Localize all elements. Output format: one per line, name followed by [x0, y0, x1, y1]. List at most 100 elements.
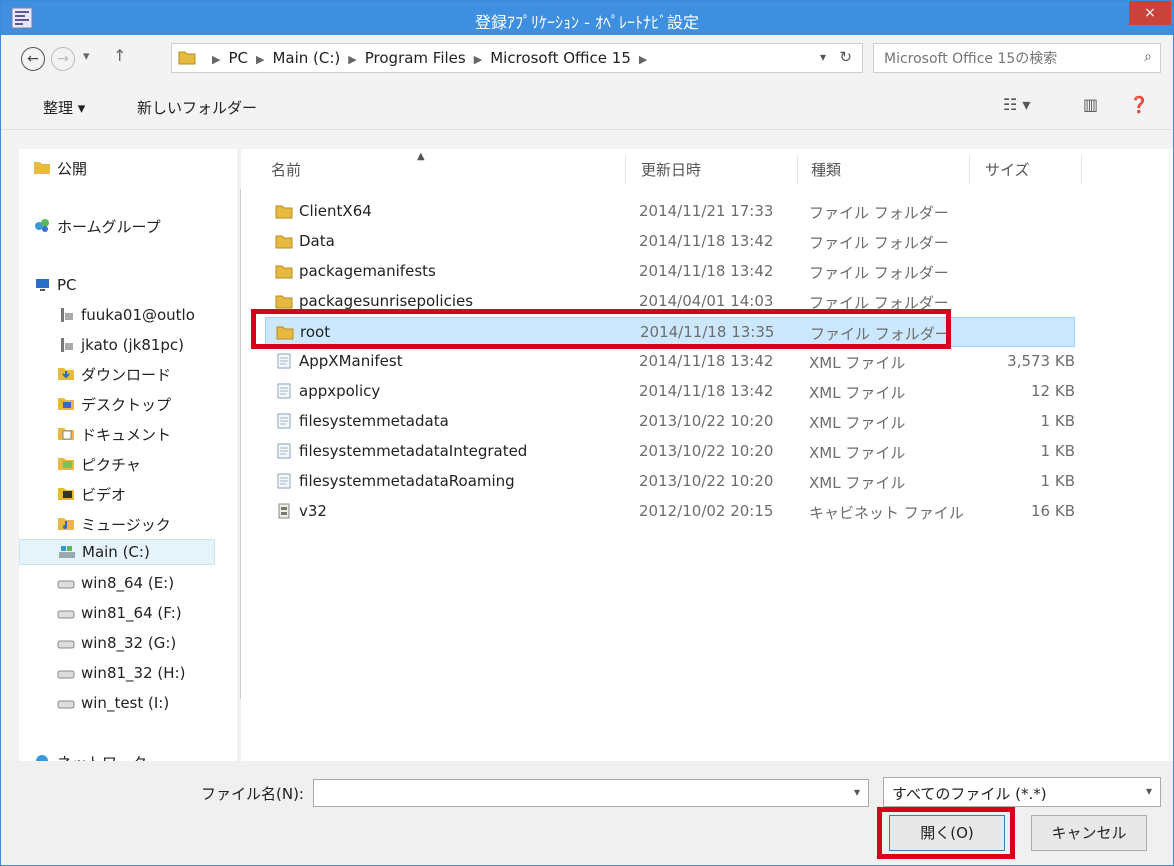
- window-title: 登録ｱﾌﾟﾘｹｰｼｮﾝ - ｵﾍﾟﾚｰﾄﾅﾋﾞ設定: [475, 13, 699, 32]
- file-date: 2014/04/01 14:03: [639, 292, 774, 310]
- search-input[interactable]: [882, 48, 1126, 70]
- breadcrumb-pc[interactable]: PC: [228, 49, 248, 67]
- xml-file-icon: [277, 413, 291, 429]
- back-button[interactable]: ←: [21, 47, 45, 71]
- file-name: Data: [299, 232, 335, 250]
- column-divider[interactable]: [1081, 155, 1082, 185]
- file-type: キャビネット ファイル: [809, 504, 964, 522]
- open-button-highlight-box: [877, 807, 1015, 859]
- filename-input[interactable]: [318, 783, 842, 805]
- column-header-name[interactable]: 名前: [271, 159, 301, 180]
- folder-icon: [275, 265, 293, 279]
- file-type: XML ファイル: [809, 474, 906, 492]
- title-bar: 登録ｱﾌﾟﾘｹｰｼｮﾝ - ｵﾍﾟﾚｰﾄﾅﾋﾞ設定 ×: [1, 1, 1173, 35]
- column-header-size[interactable]: サイズ: [985, 159, 1030, 180]
- file-size: 1 KB: [1040, 472, 1075, 490]
- file-type: ファイル フォルダー: [809, 204, 949, 222]
- nav-item-documents[interactable]: ドキュメント: [57, 421, 241, 447]
- column-header-date[interactable]: 更新日時: [641, 159, 701, 180]
- open-file-dialog: 登録ｱﾌﾟﾘｹｰｼｮﾝ - ｵﾍﾟﾚｰﾄﾅﾋﾞ設定 × ← → ▾ ↑ ▶ PC ▶…: [0, 0, 1174, 866]
- file-type-select[interactable]: すべてのファイル (*.*) ▾: [883, 777, 1161, 807]
- nav-item-desktop[interactable]: デスクトップ: [57, 391, 241, 417]
- file-name: appxpolicy: [299, 382, 381, 400]
- file-row-clientx64[interactable]: ClientX64 2014/11/21 17:33 ファイル フォルダー: [265, 197, 1075, 227]
- preview-pane-icon[interactable]: ▥: [1083, 95, 1098, 114]
- breadcrumb-program-files[interactable]: Program Files: [365, 49, 466, 67]
- address-dropdown-chevron-icon[interactable]: ▾: [820, 50, 826, 64]
- file-date: 2013/10/22 10:20: [639, 472, 774, 490]
- nav-item-drive-g[interactable]: win8_32 (G:): [57, 631, 241, 657]
- network-icon: [36, 755, 48, 761]
- nav-item-music[interactable]: ミュージック: [57, 511, 241, 537]
- pictures-icon: [58, 458, 74, 470]
- column-divider[interactable]: [969, 155, 970, 185]
- nav-item-fuuka[interactable]: fuuka01@outlo: [57, 303, 241, 329]
- file-row-filesystemmetadata[interactable]: filesystemmetadata 2013/10/22 10:20 XML ファ…: [265, 407, 1075, 437]
- close-button[interactable]: ×: [1129, 1, 1171, 25]
- nav-item-pictures[interactable]: ピクチャ: [57, 451, 241, 477]
- organize-menu[interactable]: 整理 ▾: [43, 97, 85, 118]
- nav-item-drive-f[interactable]: win81_64 (F:): [57, 601, 241, 627]
- nav-item-public[interactable]: 公開: [33, 155, 229, 181]
- breadcrumb-separator-icon: ▶: [638, 53, 648, 66]
- file-date: 2013/10/22 10:20: [639, 412, 774, 430]
- folder-icon: [275, 235, 293, 249]
- nav-item-homegroup[interactable]: ホームグループ: [33, 213, 229, 239]
- file-row-v32[interactable]: v32 2012/10/02 20:15 キャビネット ファイル 16 KB: [265, 497, 1075, 527]
- file-name: AppXManifest: [299, 352, 403, 370]
- file-row-packagemanifests[interactable]: packagemanifests 2014/11/18 13:42 ファイル フォル…: [265, 257, 1075, 287]
- nav-item-downloads[interactable]: ダウンロード: [57, 361, 241, 387]
- search-box[interactable]: ⌕: [873, 43, 1161, 73]
- column-header-type[interactable]: 種類: [811, 159, 841, 180]
- file-row-appxmanifest[interactable]: AppXManifest 2014/11/18 13:42 XML ファイル 3,57…: [265, 347, 1075, 377]
- breadcrumb-office15[interactable]: Microsoft Office 15: [490, 49, 631, 67]
- up-arrow-icon[interactable]: ↑: [113, 46, 126, 65]
- file-type-chevron-icon: ▾: [1145, 784, 1152, 798]
- desktop-icon: [58, 398, 74, 410]
- view-options-icon[interactable]: ☷ ▾: [1003, 95, 1030, 114]
- file-row-data[interactable]: Data 2014/11/18 13:42 ファイル フォルダー: [265, 227, 1075, 257]
- search-icon[interactable]: ⌕: [1144, 49, 1152, 65]
- folder-icon: [34, 162, 50, 174]
- address-bar[interactable]: ▶ PC ▶ Main (C:) ▶ Program Files ▶ Microsoft Of…: [171, 43, 863, 73]
- file-date: 2013/10/22 10:20: [639, 442, 774, 460]
- file-type: XML ファイル: [809, 354, 906, 372]
- address-row: ← → ▾ ↑ ▶ PC ▶ Main (C:) ▶ Program Files ▶ Micr…: [1, 35, 1173, 83]
- nav-item-drive-i[interactable]: win_test (I:): [57, 691, 241, 717]
- file-name: ClientX64: [299, 202, 372, 220]
- filename-field[interactable]: ▾: [313, 779, 869, 807]
- help-icon[interactable]: ❓: [1129, 95, 1149, 114]
- breadcrumb-separator-icon: ▶: [256, 53, 265, 66]
- drive-icon: [57, 640, 75, 649]
- file-type-label: すべてのファイル (*.*): [892, 785, 1047, 803]
- nav-item-main-c[interactable]: Main (C:): [19, 539, 215, 565]
- nav-item-pc[interactable]: PC: [33, 273, 229, 299]
- filename-dropdown-chevron-icon[interactable]: ▾: [854, 785, 860, 799]
- recent-locations-chevron-icon[interactable]: ▾: [83, 49, 90, 64]
- file-row-filesystemmetadataintegrated[interactable]: filesystemmetadataIntegrated 2013/10/22 1…: [265, 437, 1075, 467]
- file-date: 2014/11/18 13:42: [639, 262, 774, 280]
- file-row-filesystemmetadataroaming[interactable]: filesystemmetadataRoaming 2013/10/22 10:2…: [265, 467, 1075, 497]
- music-icon: [58, 518, 74, 530]
- refresh-icon[interactable]: ↻: [839, 48, 852, 66]
- nav-item-videos[interactable]: ビデオ: [57, 481, 241, 507]
- nav-item-drive-h[interactable]: win81_32 (H:): [57, 661, 241, 687]
- file-row-appxpolicy[interactable]: appxpolicy 2014/11/18 13:42 XML ファイル 12 KB: [265, 377, 1075, 407]
- nav-item-drive-e[interactable]: win8_64 (E:): [57, 571, 241, 597]
- column-divider[interactable]: [797, 155, 798, 185]
- videos-icon: [58, 488, 74, 500]
- forward-button[interactable]: →: [51, 47, 75, 71]
- file-name: filesystemmetadataRoaming: [299, 472, 515, 490]
- column-divider[interactable]: [625, 155, 626, 185]
- file-type: XML ファイル: [809, 414, 906, 432]
- downloads-icon: [58, 368, 74, 380]
- filename-label: ファイル名(N):: [201, 785, 304, 803]
- xml-file-icon: [277, 443, 291, 459]
- breadcrumb-main-c[interactable]: Main (C:): [272, 49, 340, 67]
- file-type: XML ファイル: [809, 444, 906, 462]
- nav-item-network[interactable]: ネットワーク: [33, 749, 229, 761]
- cancel-button[interactable]: キャンセル: [1031, 815, 1147, 851]
- nav-item-jkato[interactable]: jkato (jk81pc): [57, 333, 241, 359]
- new-folder-button[interactable]: 新しいフォルダー: [137, 97, 257, 118]
- xml-file-icon: [277, 353, 291, 369]
